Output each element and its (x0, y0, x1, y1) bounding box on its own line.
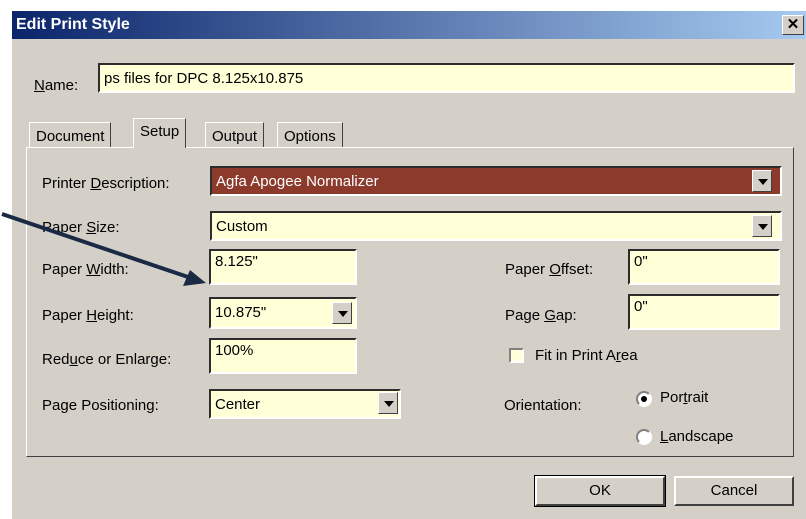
fit-in-print-area-checkbox[interactable] (509, 348, 524, 363)
printer-description-select[interactable]: Agfa Apogee Normalizer (210, 166, 782, 196)
reduce-enlarge-label: Reduce or Enlarge: (42, 351, 172, 368)
ok-button[interactable]: OK (534, 475, 666, 507)
paper-size-select[interactable]: Custom (210, 211, 782, 241)
fit-in-print-area-label[interactable]: Fit in Print Area (535, 347, 638, 364)
orientation-label: Orientation: (504, 397, 582, 414)
printer-description-dropdown-button[interactable] (752, 170, 772, 192)
paper-size-dropdown-button[interactable] (752, 215, 772, 237)
tab-options[interactable]: Options (277, 122, 343, 148)
title-bar: Edit Print Style ✕ (12, 11, 806, 39)
tab-setup[interactable]: Setup (133, 118, 187, 148)
name-label: Name: (34, 77, 79, 94)
paper-size-label: Paper Size: (42, 219, 120, 236)
reduce-enlarge-input[interactable]: 100% (209, 338, 357, 374)
close-button[interactable]: ✕ (782, 15, 804, 35)
paper-width-input[interactable]: 8.125" (209, 249, 357, 285)
window-title: Edit Print Style (16, 16, 130, 33)
page-positioning-dropdown-button[interactable] (378, 392, 398, 414)
paper-offset-input[interactable]: 0" (628, 249, 780, 285)
landscape-label[interactable]: Landscape (660, 428, 733, 445)
paper-height-label: Paper Height: (42, 307, 134, 324)
page-positioning-select[interactable]: Center (209, 389, 401, 419)
paper-height-dropdown-button[interactable] (332, 302, 352, 324)
tab-document[interactable]: Document (29, 122, 112, 148)
printer-description-label: Printer Description: (42, 175, 170, 192)
portrait-label[interactable]: Portrait (660, 389, 708, 406)
cancel-button[interactable]: Cancel (674, 476, 794, 506)
paper-offset-label: Paper Offset: (505, 261, 594, 278)
page-gap-label: Page Gap: (505, 307, 577, 324)
paper-width-label: Paper Width: (42, 261, 129, 278)
tab-output[interactable]: Output (205, 122, 265, 148)
landscape-radio[interactable] (636, 429, 652, 445)
page-gap-input[interactable]: 0" (628, 294, 780, 330)
portrait-radio[interactable] (636, 391, 652, 407)
edit-print-style-dialog: Edit Print Style ✕ Name: ps files for DP… (11, 10, 806, 519)
page-positioning-label: Page Positioning: (42, 397, 159, 414)
name-input[interactable]: ps files for DPC 8.125x10.875 (98, 63, 795, 93)
